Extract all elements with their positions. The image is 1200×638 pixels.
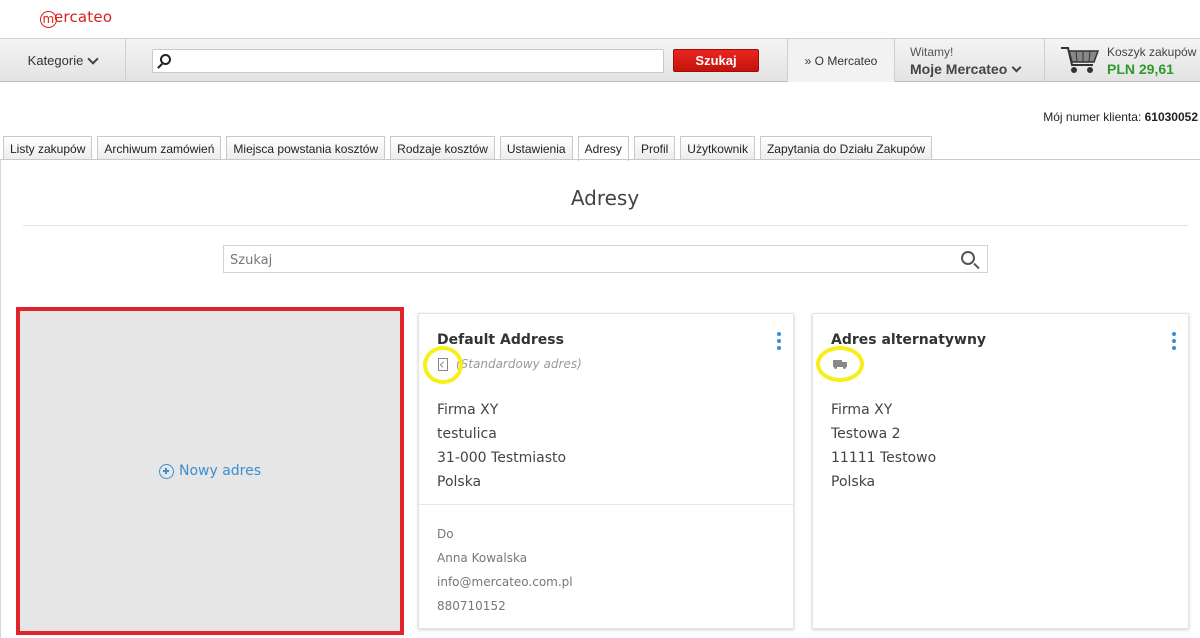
page-title: Adresy xyxy=(570,186,640,210)
account-menu-button[interactable]: Moje Mercateo xyxy=(910,61,1022,77)
contact-email: info@mercateo.com.pl xyxy=(437,575,573,589)
contact-name: Anna Kowalska xyxy=(437,551,528,565)
logo-row: mercateo xyxy=(0,0,1200,38)
tab-listy-zakupow[interactable]: Listy zakupów xyxy=(3,136,93,160)
address-search-input[interactable]: Szukaj xyxy=(223,245,988,273)
tab-uzytkownik[interactable]: Użytkownik xyxy=(680,136,755,160)
tab-rodzaje-kosztow[interactable]: Rodzaje kosztów xyxy=(390,136,495,160)
address-name: Default Address xyxy=(437,332,564,348)
address-search-placeholder: Szukaj xyxy=(230,253,273,268)
more-options-icon[interactable] xyxy=(777,332,781,350)
mercateo-logo[interactable]: mercateo xyxy=(40,8,112,28)
client-number: Mój numer klienta: 61030052 xyxy=(1043,110,1198,124)
header-bar: Kategorie Szukaj » O Mercateo Witamy! Mo… xyxy=(0,38,1200,82)
plus-circle-icon xyxy=(158,463,174,479)
cart-total[interactable]: PLN 29,61 xyxy=(1107,61,1174,77)
client-number-value: 61030052 xyxy=(1144,110,1198,124)
address-line: Polska xyxy=(831,474,876,490)
address-card: Adres alternatywny Firma XY Testowa 2 11… xyxy=(812,313,1189,629)
contact-label: Do xyxy=(437,527,454,541)
about-mercateo-link[interactable]: » O Mercateo xyxy=(787,39,895,82)
address-contact: Do Anna Kowalska info@mercateo.com.pl 88… xyxy=(437,522,573,618)
tab-profil[interactable]: Profil xyxy=(633,136,676,160)
address-line: Firma XY xyxy=(831,402,893,418)
chevron-down-icon xyxy=(87,52,99,65)
logo-text: ercateo xyxy=(54,8,113,26)
tab-archiwum-zamowien[interactable]: Archiwum zamówień xyxy=(97,136,222,160)
address-name: Adres alternatywny xyxy=(831,332,987,348)
client-number-label: Mój numer klienta: xyxy=(1043,110,1142,124)
address-card: Default Address (Standardowy adres) Firm… xyxy=(418,313,794,629)
tab-adresy[interactable]: Adresy xyxy=(577,136,629,161)
address-lines: Firma XY testulica 31-000 Testmiasto Pol… xyxy=(437,398,566,494)
search-icon xyxy=(160,54,171,65)
truck-icon xyxy=(833,360,847,369)
document-icon xyxy=(438,358,448,371)
more-options-icon[interactable] xyxy=(1172,332,1176,350)
search-button[interactable]: Szukaj xyxy=(673,49,759,72)
categories-label: Kategorie xyxy=(27,53,84,68)
cart-label[interactable]: Koszyk zakupów xyxy=(1107,45,1196,59)
categories-menu-button[interactable]: Kategorie xyxy=(0,39,126,82)
tab-zapytania[interactable]: Zapytania do Działu Zakupów xyxy=(759,136,933,160)
address-line: 11111 Testowo xyxy=(831,450,937,466)
contact-phone: 880710152 xyxy=(437,599,506,613)
new-address-tile[interactable]: Nowy adres xyxy=(16,307,404,635)
address-lines: Firma XY Testowa 2 11111 Testowo Polska xyxy=(831,398,936,494)
chevron-down-icon xyxy=(1011,62,1022,73)
account-menu-label: Moje Mercateo xyxy=(910,61,1008,77)
tab-miejsca-powstania-kosztow[interactable]: Miejsca powstania kosztów xyxy=(226,136,386,160)
cart-separator xyxy=(1044,39,1045,82)
tab-ustawienia[interactable]: Ustawienia xyxy=(499,136,573,160)
new-address-label: Nowy adres xyxy=(178,463,262,479)
address-line: testulica xyxy=(437,426,497,442)
title-divider xyxy=(23,225,1188,226)
product-search-input[interactable] xyxy=(152,49,664,73)
new-address-button[interactable]: Nowy adres xyxy=(158,463,262,479)
shopping-cart-icon[interactable] xyxy=(1060,45,1100,75)
address-line: Firma XY xyxy=(437,402,499,418)
address-subtitle: (Standardowy adres) xyxy=(456,357,582,371)
card-divider xyxy=(419,504,793,505)
account-tabs: Listy zakupów Archiwum zamówień Miejsca … xyxy=(3,136,937,161)
address-line: Testowa 2 xyxy=(831,426,901,442)
address-line: Polska xyxy=(437,474,482,490)
greeting-text: Witamy! xyxy=(910,45,954,59)
search-icon[interactable] xyxy=(961,251,975,265)
address-line: 31-000 Testmiasto xyxy=(437,450,567,466)
